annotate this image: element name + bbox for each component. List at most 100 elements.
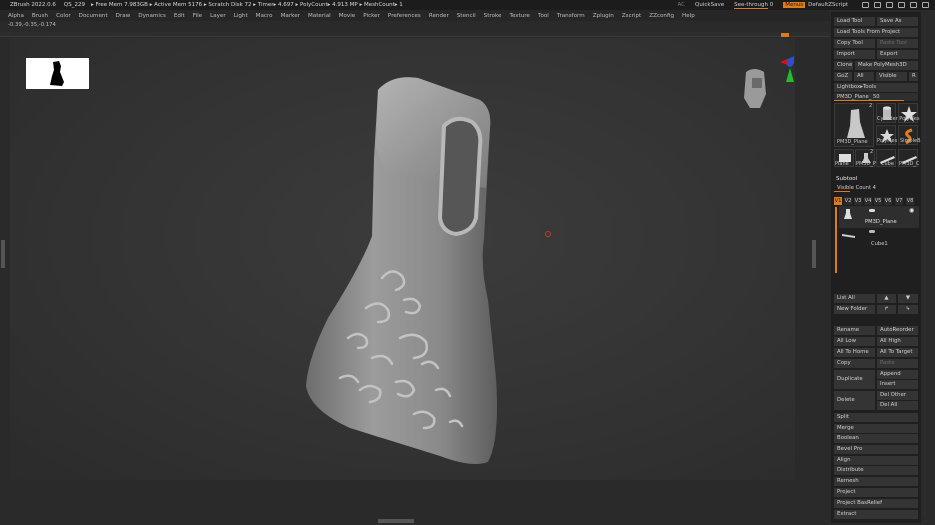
document-canvas[interactable]: [10, 38, 795, 480]
menu-draw[interactable]: Draw: [116, 13, 131, 19]
tab-v4[interactable]: V4: [864, 197, 872, 205]
menu-document[interactable]: Document: [79, 13, 108, 19]
rename-button[interactable]: Rename: [834, 326, 875, 335]
subtool-scrollbar[interactable]: [835, 207, 837, 273]
quicksave-button[interactable]: QuickSave: [695, 2, 724, 8]
menu-preferences[interactable]: Preferences: [388, 13, 421, 19]
all-to-target-button[interactable]: All To Target: [877, 348, 918, 357]
close-icon[interactable]: [922, 2, 929, 8]
menu-help[interactable]: Help: [682, 13, 695, 19]
project-button[interactable]: Project: [834, 488, 918, 497]
view-cube-head[interactable]: [744, 69, 766, 108]
menu-file[interactable]: File: [193, 13, 202, 19]
del-other-button[interactable]: Del Other: [877, 391, 918, 400]
menu-picker[interactable]: Picker: [363, 13, 380, 19]
menu-render[interactable]: Render: [429, 13, 449, 19]
move-up-icon[interactable]: ▲: [877, 294, 896, 303]
menu-transform[interactable]: Transform: [557, 13, 585, 19]
menu-zscript[interactable]: Zscript: [622, 13, 641, 19]
ac-label[interactable]: AC: [678, 2, 686, 8]
see-through-slider[interactable]: See-through 0: [734, 2, 773, 9]
maximize-icon[interactable]: [910, 2, 917, 8]
extract-button[interactable]: Extract: [834, 510, 918, 519]
menu-texture[interactable]: Texture: [510, 13, 530, 19]
all-high-button[interactable]: All High: [877, 337, 918, 346]
boolean-button[interactable]: Boolean: [834, 434, 918, 443]
paste-button[interactable]: Paste: [877, 359, 918, 368]
load-tools-from-project-button[interactable]: Load Tools From Project: [834, 28, 918, 37]
left-tray-handle[interactable]: [1, 240, 5, 268]
menus-button[interactable]: Menus: [783, 2, 806, 8]
minimize-icon[interactable]: [898, 2, 905, 8]
make-polymesh3d-button[interactable]: Make PolyMesh3D: [855, 61, 918, 70]
autoreorder-button[interactable]: AutoReorder: [877, 326, 918, 335]
menu-light[interactable]: Light: [234, 13, 248, 19]
help-icon[interactable]: [886, 2, 893, 8]
menu-zplugin[interactable]: Zplugin: [593, 13, 614, 19]
subtool-item-cube1[interactable]: Cube1: [839, 229, 919, 249]
copy-tool-button[interactable]: Copy Tool: [834, 39, 875, 48]
subtool-toggle[interactable]: [869, 230, 875, 233]
shelf-marker[interactable]: [781, 33, 789, 37]
panel-scrollbar[interactable]: [923, 16, 926, 516]
menu-macro[interactable]: Macro: [256, 13, 273, 19]
goz-r-button[interactable]: R: [909, 72, 918, 81]
align-button[interactable]: Align: [834, 456, 918, 465]
delete-button[interactable]: Delete: [834, 391, 875, 410]
tab-v8[interactable]: V8: [906, 197, 914, 205]
tool-slider[interactable]: PM3D_Plane_ 50: [834, 93, 918, 101]
insert-button[interactable]: Insert: [877, 380, 918, 389]
all-low-button[interactable]: All Low: [834, 337, 875, 346]
tab-v5[interactable]: V5: [874, 197, 882, 205]
goz-visible-button[interactable]: Visible: [876, 72, 907, 81]
load-tool-button[interactable]: Load Tool: [834, 17, 875, 26]
copy-button[interactable]: Copy: [834, 359, 875, 368]
subtool-item-pm3d-plane[interactable]: ◉ PM3D_Plane: [839, 206, 919, 228]
goz-button[interactable]: GoZ: [834, 72, 852, 81]
merge-button[interactable]: Merge: [834, 424, 918, 433]
right-tray-handle[interactable]: [812, 240, 816, 268]
tab-v2[interactable]: V2: [844, 197, 852, 205]
eye-icon[interactable]: ◉: [909, 207, 914, 214]
del-all-button[interactable]: Del All: [877, 401, 918, 410]
menu-layer[interactable]: Layer: [210, 13, 226, 19]
paste-tool-button[interactable]: Paste Tool: [877, 39, 918, 48]
import-button[interactable]: Import: [834, 50, 875, 59]
axis-gizmo[interactable]: [780, 56, 794, 82]
tab-v6[interactable]: V6: [884, 197, 892, 205]
layout-icon[interactable]: [862, 2, 869, 8]
goz-all-button[interactable]: All: [854, 72, 874, 81]
menu-zzconfig[interactable]: ZZconfig: [649, 13, 674, 19]
menu-marker[interactable]: Marker: [281, 13, 300, 19]
subtool-toggle[interactable]: [869, 209, 875, 212]
menu-movie[interactable]: Movie: [339, 13, 356, 19]
move-into-icon[interactable]: ↱: [877, 305, 896, 314]
menu-brush[interactable]: Brush: [32, 13, 48, 19]
clone-button[interactable]: Clone: [834, 61, 853, 70]
menu-material[interactable]: Material: [308, 13, 331, 19]
duplicate-button[interactable]: Duplicate: [834, 370, 875, 389]
project-basrelief-button[interactable]: Project BasRelief: [834, 499, 918, 508]
export-button[interactable]: Export: [877, 50, 918, 59]
all-to-home-button[interactable]: All To Home: [834, 348, 875, 357]
palette-icon[interactable]: [874, 2, 881, 8]
bottom-tray-handle[interactable]: [378, 519, 414, 523]
default-zscript-button[interactable]: DefaultZScript: [808, 2, 848, 8]
distribute-button[interactable]: Distribute: [834, 466, 918, 475]
menu-dynamics[interactable]: Dynamics: [138, 13, 166, 19]
save-as-button[interactable]: Save As: [877, 17, 918, 26]
tab-v7[interactable]: V7: [895, 197, 903, 205]
menu-stencil[interactable]: Stencil: [457, 13, 476, 19]
bevel-pro-button[interactable]: Bevel Pro: [834, 445, 918, 454]
menu-tool[interactable]: Tool: [538, 13, 549, 19]
menu-edit[interactable]: Edit: [174, 13, 185, 19]
menu-stroke[interactable]: Stroke: [484, 13, 502, 19]
split-button[interactable]: Split: [834, 413, 918, 422]
visible-count-slider[interactable]: Visible Count 4: [834, 184, 918, 192]
list-all-button[interactable]: List All: [834, 294, 875, 303]
axe-head-model[interactable]: [10, 38, 795, 480]
lightbox-tools-button[interactable]: Lightbox▸Tools: [834, 83, 918, 92]
move-out-icon[interactable]: ↳: [898, 305, 918, 314]
menu-color[interactable]: Color: [56, 13, 71, 19]
menu-alpha[interactable]: Alpha: [8, 13, 24, 19]
